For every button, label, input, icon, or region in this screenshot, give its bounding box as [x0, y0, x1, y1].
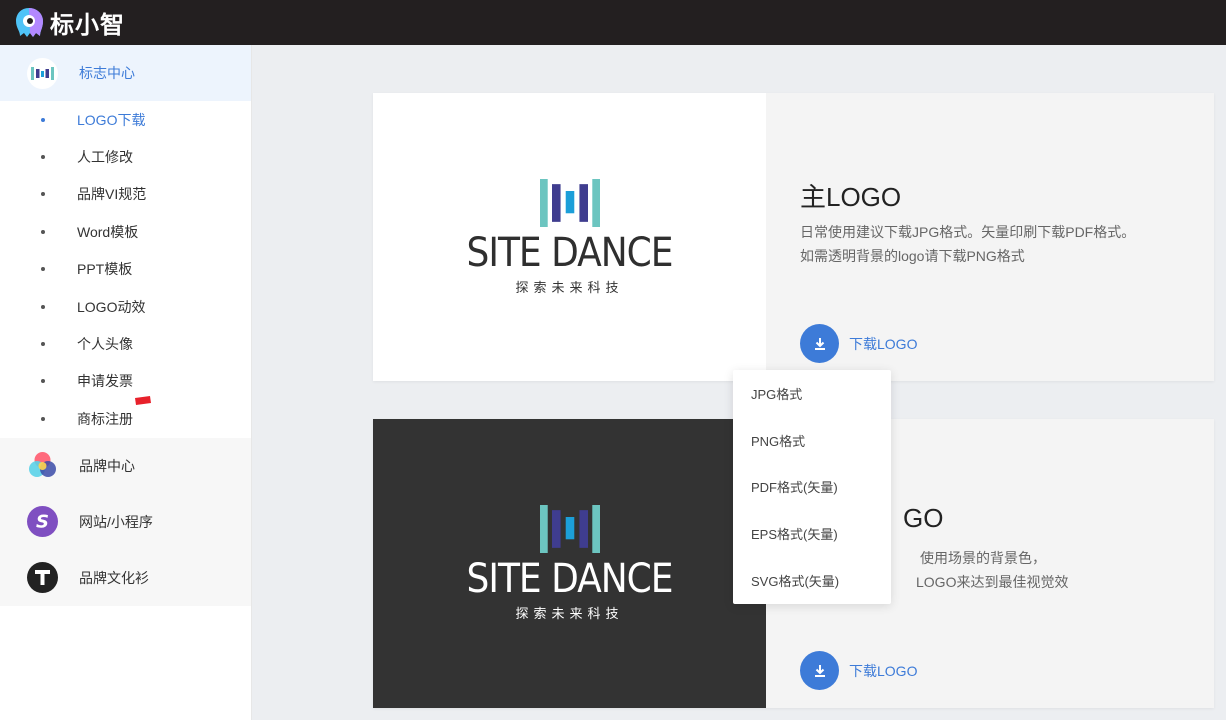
- sidebar-item-ppt-template[interactable]: PPT模板: [0, 251, 251, 288]
- sidebar-item-label: 商标注册: [77, 410, 133, 427]
- sidebar-section-logo-center[interactable]: 标志中心: [0, 45, 251, 101]
- sidebar-section-culture-shirt[interactable]: 品牌文化衫: [0, 549, 251, 606]
- sidebar-item-label: PPT模板: [77, 261, 133, 278]
- download-logo-label: 下载LOGO: [849, 335, 918, 352]
- sidebar-item-brand-vi[interactable]: 品牌VI规范: [0, 176, 251, 213]
- download-icon: [800, 324, 839, 363]
- sidebar-section-label: 标志中心: [79, 65, 135, 81]
- logo-mark-icon: [27, 57, 58, 89]
- sidebar-section-label: 网站/小程序: [79, 513, 153, 530]
- bullet-icon: [41, 155, 45, 160]
- brand-slogan-text: 探索未来科技: [515, 606, 624, 621]
- bullet-icon: [41, 117, 45, 122]
- brand-slogan-text: 探索未来科技: [515, 279, 624, 295]
- download-format-dropdown: JPG格式 PNG格式 PDF格式(矢量) EPS格式(矢量) SVG格式(矢量…: [733, 370, 891, 604]
- download-logo-button[interactable]: 下载LOGO: [800, 324, 917, 363]
- brand-name-text: SITE DANCE: [466, 229, 674, 276]
- card-description-line: LOGO来达到最佳视觉效: [916, 574, 1069, 590]
- bullet-icon: [41, 342, 45, 347]
- logo-info: 主LOGO 日常使用建议下载JPG格式。矢量印刷下载PDF格式。 如需透明背景的…: [800, 93, 1200, 381]
- format-option-svg[interactable]: SVG格式(矢量): [733, 557, 891, 604]
- logo-preview-light: SITE DANCE 探索未来科技: [373, 93, 766, 381]
- app-name: 标小智: [50, 12, 125, 39]
- site-dance-mark-icon: [539, 505, 600, 553]
- sidebar-item-avatar[interactable]: 个人头像: [0, 325, 251, 362]
- logo-preview-dark: SITE DANCE 探索未来科技: [373, 419, 766, 708]
- top-bar: 标小智: [0, 0, 1226, 45]
- sidebar-item-logo-animation[interactable]: LOGO动效: [0, 288, 251, 325]
- bullet-icon: [41, 379, 45, 384]
- download-icon: [800, 651, 839, 690]
- sidebar-item-label: LOGO下载: [77, 111, 146, 128]
- bullet-icon: [41, 304, 45, 309]
- sidebar-item-logo-download[interactable]: LOGO下载: [0, 101, 251, 138]
- brand-name-text: SITE DANCE: [466, 556, 674, 602]
- sidebar-item-label: Word模板: [77, 223, 139, 240]
- sidebar-item-invoice[interactable]: 申请发票: [0, 363, 251, 400]
- sidebar-item-label: 申请发票: [77, 373, 133, 390]
- app-logo-icon: [16, 7, 43, 37]
- sidebar-section-brand-center[interactable]: 品牌中心: [0, 437, 251, 494]
- bullet-icon: [41, 229, 45, 234]
- sidebar-section-label: 品牌中心: [79, 457, 135, 474]
- sidebar-item-label: LOGO动效: [77, 298, 146, 315]
- card-description-line: 如需透明背景的logo请下载PNG格式: [800, 248, 1025, 264]
- app-brand[interactable]: 标小智: [12, 5, 125, 40]
- card-description-line: 使用场景的背景色，: [920, 550, 1046, 566]
- color-circles-icon: [27, 450, 58, 481]
- t-letter-icon: [27, 562, 58, 594]
- sidebar-item-trademark[interactable]: 商标注册: [0, 396, 251, 437]
- format-option-eps[interactable]: EPS格式(矢量): [733, 510, 891, 557]
- sidebar-item-label: 品牌VI规范: [77, 186, 147, 203]
- sidebar-item-manual-edit[interactable]: 人工修改: [0, 138, 251, 175]
- card-description-line: 日常使用建议下载JPG格式。矢量印刷下载PDF格式。: [800, 224, 1136, 240]
- sidebar-section-website[interactable]: S 网站/小程序: [0, 493, 251, 550]
- sidebar-item-label: 人工修改: [77, 149, 133, 166]
- card-description: 日常使用建议下载JPG格式。矢量印刷下载PDF格式。 如需透明背景的logo请下…: [800, 220, 1135, 268]
- site-dance-mark-icon: [539, 178, 600, 227]
- main-logo-card: SITE DANCE 探索未来科技 主LOGO 日常使用建议下载JPG格式。矢量…: [373, 93, 1214, 381]
- s-letter-icon: S: [27, 506, 58, 538]
- download-logo-label: 下载LOGO: [849, 662, 918, 679]
- format-option-pdf[interactable]: PDF格式(矢量): [733, 464, 891, 511]
- logo-center-submenu: LOGO下载 人工修改 品牌VI规范 Word模板 PPT模板 LOGO动效 个…: [0, 101, 251, 438]
- card-title: GO: [903, 503, 944, 533]
- sidebar-item-word-template[interactable]: Word模板: [0, 213, 251, 250]
- sidebar-section-label: 品牌文化衫: [79, 569, 149, 586]
- card-title: 主LOGO: [800, 182, 902, 212]
- sidebar: 标志中心 LOGO下载 人工修改 品牌VI规范 Word模板 PPT模板 LOG…: [0, 45, 252, 720]
- download-logo-button[interactable]: 下载LOGO: [800, 651, 917, 690]
- sidebar-item-label: 个人头像: [77, 336, 133, 353]
- format-option-jpg[interactable]: JPG格式: [733, 370, 891, 417]
- format-option-png[interactable]: PNG格式: [733, 417, 891, 464]
- bullet-icon: [41, 267, 45, 272]
- bullet-icon: [41, 416, 45, 421]
- red-flag-icon: [135, 396, 151, 406]
- svg-text:S: S: [36, 512, 49, 533]
- bullet-icon: [41, 192, 45, 197]
